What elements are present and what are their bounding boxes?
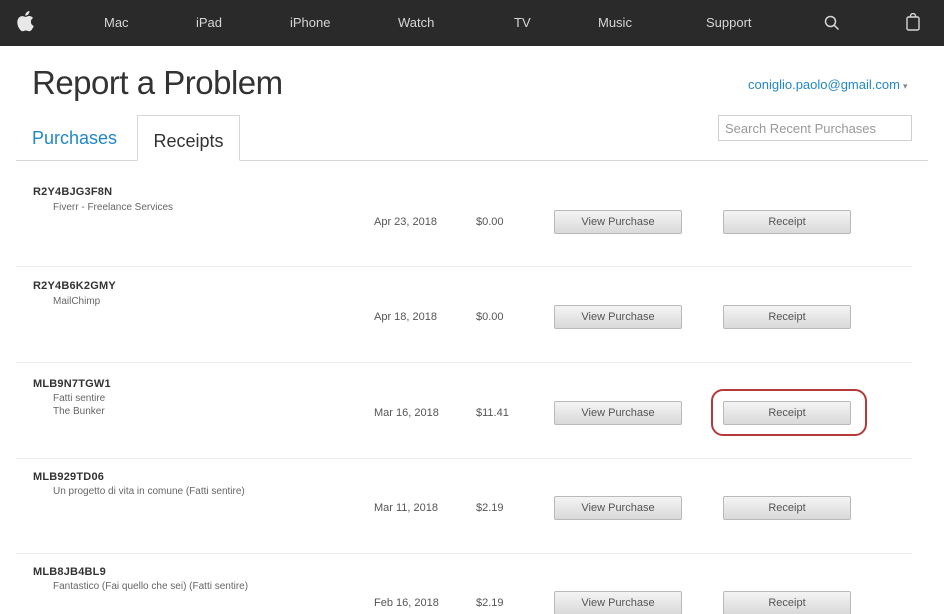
page-title: Report a Problem [32,64,283,101]
receipt-button[interactable]: Receipt [723,496,851,520]
search-input[interactable] [718,115,912,141]
row-divider [16,266,912,267]
account-email[interactable]: coniglio.paolo@gmail.com [748,77,900,92]
item-title: Fatti sentire [53,393,106,404]
receipt-button[interactable]: Receipt [723,305,851,329]
order-id: MLB8JB4BL9 [33,566,106,578]
list-item: R2Y4B6K2GMY MailChimp Apr 18, 2018 $0.00… [16,280,912,350]
nav-item-ipad[interactable]: iPad [196,0,222,46]
item-title: Fantastico (Fai quello che sei) (Fatti s… [53,581,249,592]
purchase-date: Mar 11, 2018 [374,502,439,514]
purchase-price: $11.41 [476,407,509,419]
nav-item-music[interactable]: Music [598,0,632,46]
nav-item-support[interactable]: Support [706,0,752,46]
receipt-button[interactable]: Receipt [723,210,851,234]
purchase-price: $0.00 [476,216,504,228]
nav-item-tv[interactable]: TV [514,0,531,46]
purchase-date: Mar 16, 2018 [374,407,439,419]
item-title: The Bunker [53,406,105,417]
nav-item-mac[interactable]: Mac [104,0,129,46]
receipt-highlight-circle [711,389,867,436]
nav-item-watch[interactable]: Watch [398,0,434,46]
account-menu[interactable]: coniglio.paolo@gmail.com ▾ [748,77,907,92]
list-item: MLB929TD06 Un progetto di vita in comune… [16,471,912,541]
purchase-price: $0.00 [476,311,504,323]
bag-icon[interactable] [906,13,920,31]
purchase-price: $2.19 [476,502,504,514]
purchase-date: Apr 23, 2018 [374,216,437,228]
list-item: MLB8JB4BL9 Fantastico (Fai quello che se… [16,566,912,614]
row-divider [16,553,912,554]
chevron-down-icon[interactable]: ▾ [903,81,908,91]
item-title: MailChimp [53,296,101,307]
view-purchase-button[interactable]: View Purchase [554,210,682,234]
search-icon[interactable] [824,15,840,31]
view-purchase-button[interactable]: View Purchase [554,496,682,520]
tab-receipts[interactable]: Receipts [137,115,240,161]
view-purchase-button[interactable]: View Purchase [554,591,682,614]
row-divider [16,362,912,363]
row-divider [16,458,912,459]
tab-purchases[interactable]: Purchases [32,128,117,149]
purchase-price: $2.19 [476,597,504,609]
nav-item-iphone[interactable]: iPhone [290,0,330,46]
order-id: R2Y4B6K2GMY [33,280,116,292]
item-title: Fiverr - Freelance Services [53,202,174,213]
order-id: MLB9N7TGW1 [33,378,111,390]
purchase-date: Feb 16, 2018 [374,597,439,609]
list-item: R2Y4BJG3F8N Fiverr - Freelance Services … [16,186,912,256]
view-purchase-button[interactable]: View Purchase [554,401,682,425]
view-purchase-button[interactable]: View Purchase [554,305,682,329]
order-id: R2Y4BJG3F8N [33,186,113,198]
apple-logo-icon[interactable] [16,10,34,32]
global-nav: Mac iPad iPhone Watch TV Music Support [0,0,944,46]
purchase-date: Apr 18, 2018 [374,311,437,323]
item-title: Un progetto di vita in comune (Fatti sen… [53,486,245,497]
receipt-button[interactable]: Receipt [723,591,851,614]
order-id: MLB929TD06 [33,471,105,483]
